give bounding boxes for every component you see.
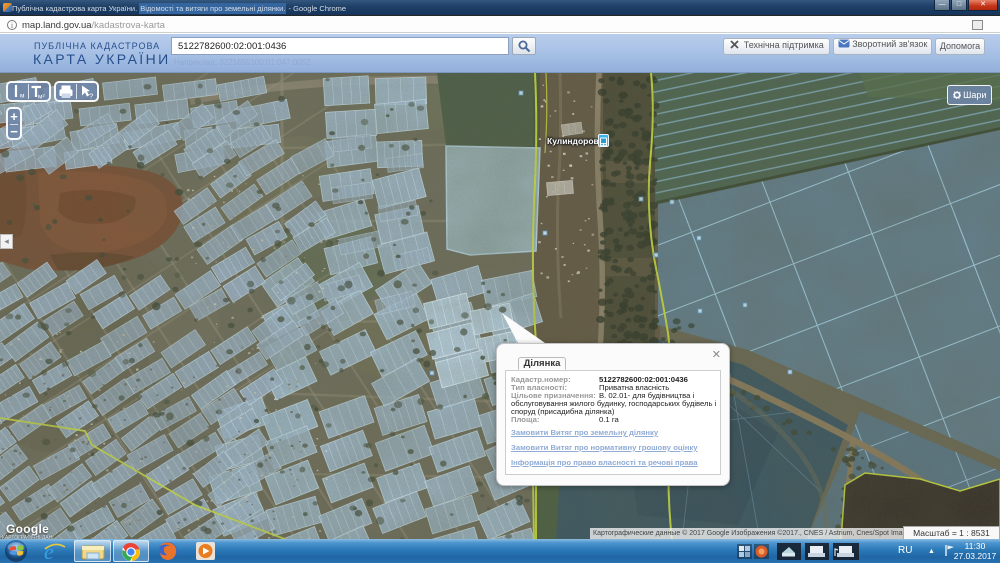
svg-text:м²: м² — [38, 94, 45, 101]
svg-text:e: e — [44, 540, 54, 562]
svg-text:?: ? — [89, 92, 93, 101]
svg-text:м: м — [20, 93, 25, 100]
